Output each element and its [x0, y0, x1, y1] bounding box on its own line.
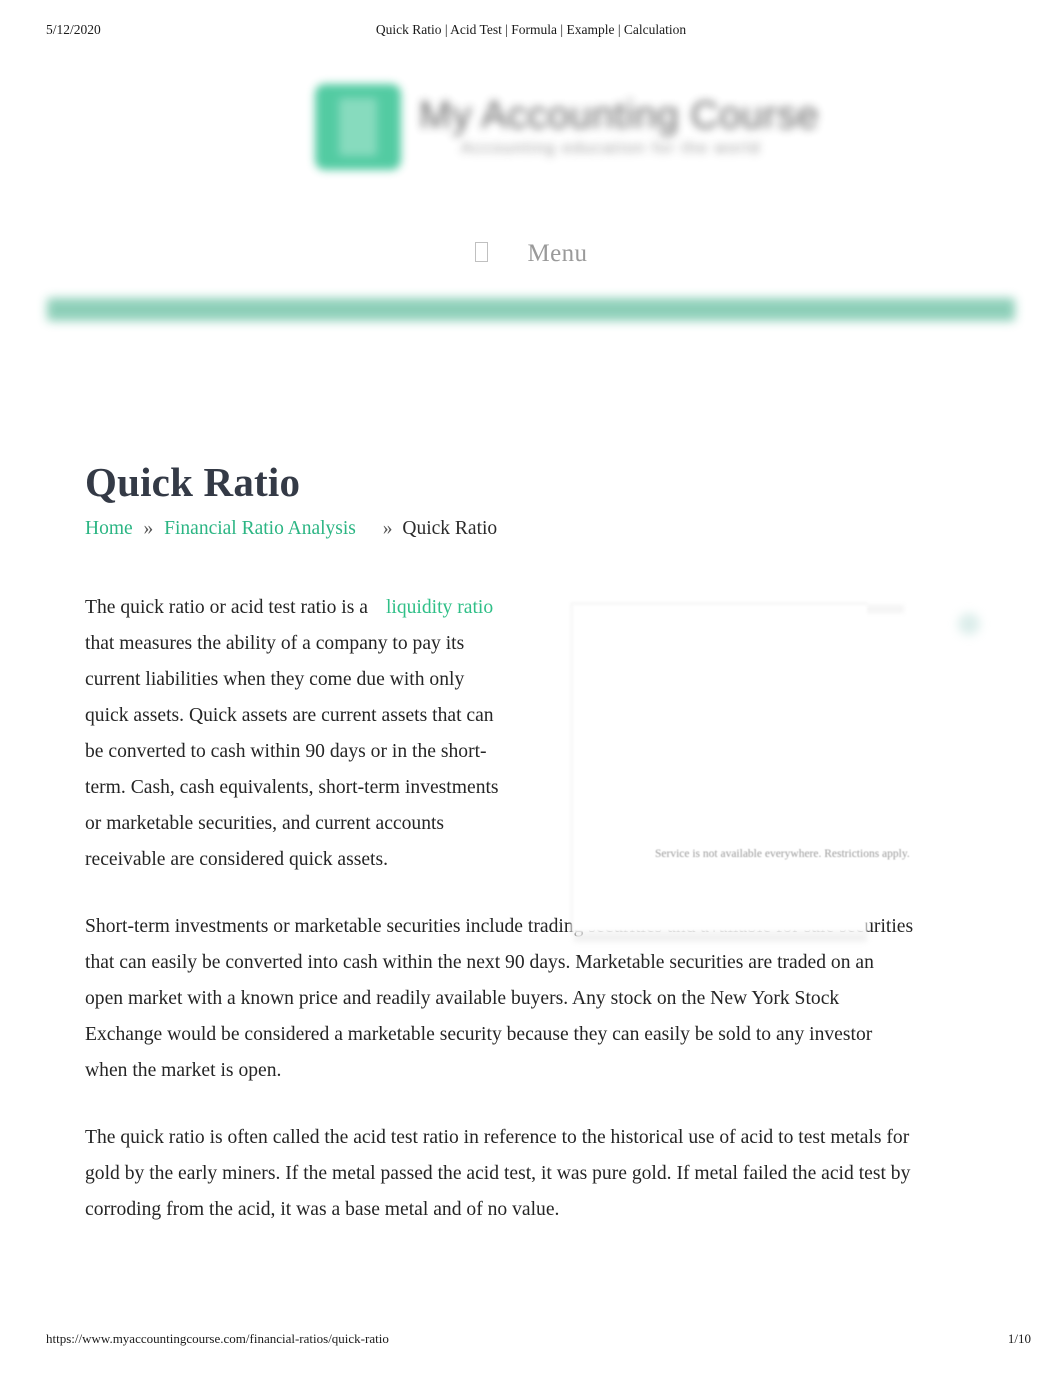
ad-frame-bottom-edge	[574, 933, 867, 942]
hamburger-menu-icon[interactable]	[474, 242, 488, 262]
ad-choices-icon[interactable]	[958, 613, 980, 635]
liquidity-ratio-link[interactable]: liquidity ratio	[386, 597, 493, 618]
advertisement[interactable]: Service is not available everywhere. Res…	[571, 603, 980, 948]
logo-wordmark: My Accounting Course	[419, 94, 820, 137]
paragraph-1: The quick ratio or acid test ratio is a l…	[85, 590, 505, 878]
breadcrumb-item-current: Quick Ratio	[402, 518, 498, 539]
breadcrumb-item-home[interactable]: Home	[85, 518, 133, 539]
breadcrumb-item-financial-ratio-analysis[interactable]: Financial Ratio Analysis	[164, 518, 356, 539]
page-title: Quick Ratio	[85, 459, 301, 506]
green-rounded-square-logo-icon	[315, 84, 401, 170]
print-header: 5/12/2020 Quick Ratio | Acid Test | Form…	[0, 22, 1062, 44]
ad-frame	[571, 603, 867, 933]
paragraph-1-text-before-link: The quick ratio or acid test ratio is a	[85, 597, 368, 618]
logo-tagline: Accounting education for the world	[461, 140, 761, 157]
site-logo[interactable]: My Accounting Course Accounting educatio…	[315, 78, 819, 178]
breadcrumb-separator-2: »	[382, 518, 393, 539]
menu-toggle[interactable]: Menu	[0, 240, 1062, 268]
ad-disclaimer: Service is not available everywhere. Res…	[655, 848, 910, 860]
print-footer-page-number: 1/10	[1007, 1331, 1031, 1346]
breadcrumb-separator: »	[143, 518, 154, 539]
paragraph-3: The quick ratio is often called the acid…	[85, 1127, 911, 1220]
green-divider-bar	[47, 298, 1015, 321]
print-document-title: Quick Ratio | Acid Test | Formula | Exam…	[375, 22, 687, 37]
print-footer-url: https://www.myaccountingcourse.com/finan…	[46, 1331, 389, 1346]
breadcrumb: Home » Financial Ratio Analysis » Quick …	[82, 518, 498, 552]
paragraph-1-text-after-link: that measures the ability of a company t…	[85, 633, 499, 870]
menu-label: Menu	[527, 240, 588, 267]
